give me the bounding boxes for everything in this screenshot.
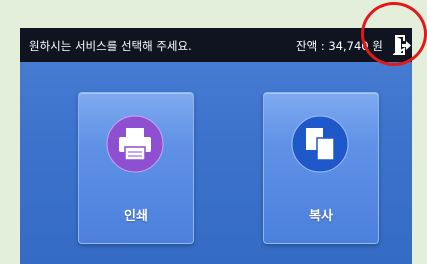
instruction-text: 원하시는 서비스를 선택해 주세요. [29, 39, 192, 53]
copy-button[interactable]: 복사 [263, 92, 379, 244]
copy-label: 복사 [309, 209, 333, 224]
print-label: 인쇄 [124, 209, 148, 224]
print-button[interactable]: 인쇄 [78, 92, 194, 244]
top-bar: 원하시는 서비스를 선택해 주세요. 잔액 : 34,740 원 [20, 28, 412, 62]
balance-text: 잔액 : 34,740 원 [296, 39, 383, 53]
logout-icon [391, 35, 411, 55]
kiosk-screen: 원하시는 서비스를 선택해 주세요. 잔액 : 34,740 원 인쇄 복사 [20, 28, 412, 264]
printer-icon [106, 115, 164, 173]
copy-icon [291, 115, 349, 173]
logout-button[interactable] [391, 35, 411, 55]
